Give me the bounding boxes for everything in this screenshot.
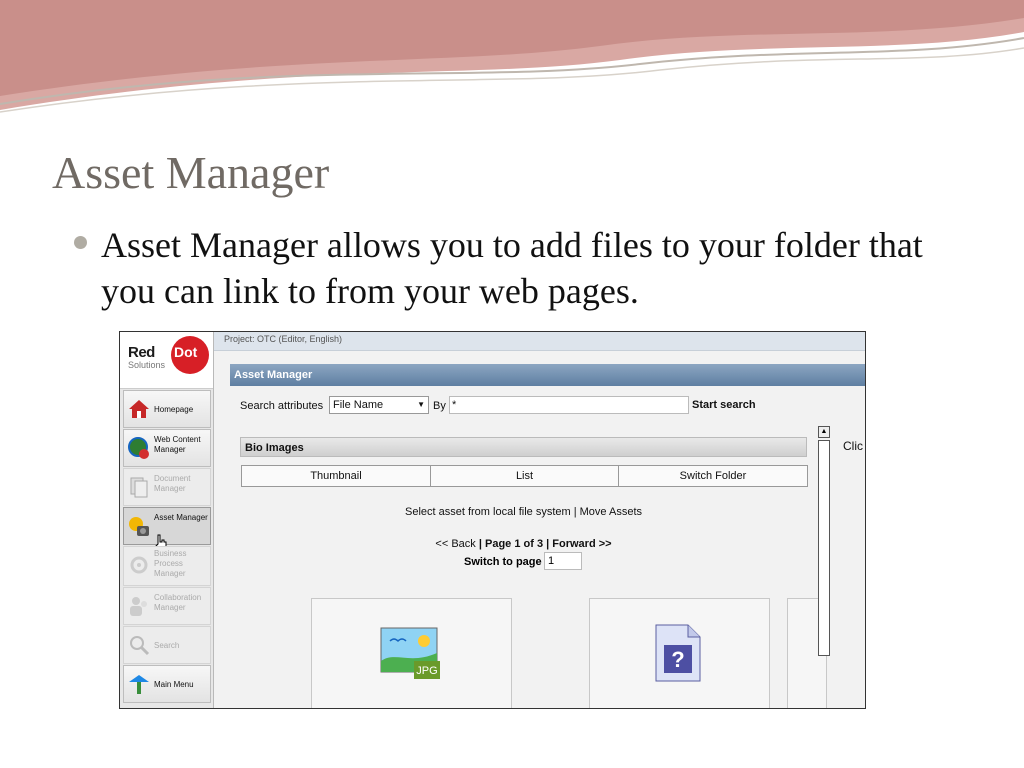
attribute-select-value: File Name bbox=[333, 399, 384, 411]
main-menu-icon bbox=[129, 675, 149, 694]
nav-label: Search bbox=[154, 641, 180, 650]
attribute-select[interactable]: File Name ▼ bbox=[329, 396, 429, 414]
jpg-badge: JPG bbox=[416, 665, 437, 677]
reddot-logo: Red Dot Solutions bbox=[120, 332, 213, 389]
search-input-value: * bbox=[452, 399, 457, 411]
pager-separator: | bbox=[478, 538, 482, 550]
asset-manager-screenshot: Red Dot Solutions Homepage Web Content M… bbox=[119, 331, 866, 709]
nav-item-homepage[interactable]: Homepage bbox=[123, 390, 211, 428]
pager-separator: | bbox=[546, 538, 550, 550]
logo-dot: Dot bbox=[171, 336, 209, 374]
switch-to-page-label: Switch to page bbox=[464, 556, 542, 568]
scroll-track[interactable] bbox=[818, 440, 830, 656]
header-decoration bbox=[0, 0, 1024, 113]
start-search-button[interactable]: Start search bbox=[692, 399, 756, 411]
web-content-icon bbox=[128, 437, 149, 459]
left-navigation: Red Dot Solutions Homepage Web Content M… bbox=[120, 332, 214, 708]
panel-title: Asset Manager bbox=[234, 369, 313, 381]
logo-word: Red bbox=[128, 344, 155, 361]
vertical-scrollbar[interactable]: ▲ bbox=[818, 426, 832, 656]
nav-item-document-manager[interactable]: Document Manager bbox=[123, 468, 211, 506]
collaboration-icon bbox=[130, 597, 147, 616]
select-local-link[interactable]: Select asset from local file system bbox=[405, 506, 571, 518]
search-attributes-label: Search attributes bbox=[240, 400, 324, 412]
nav-item-search[interactable]: Search bbox=[123, 626, 211, 664]
by-label: By bbox=[433, 400, 446, 412]
chevron-down-icon: ▼ bbox=[417, 400, 425, 409]
pager: << Back | Page 1 of 3 | Forward >> bbox=[240, 538, 807, 550]
page-number-value: 1 bbox=[548, 555, 555, 567]
folder-name: Bio Images bbox=[245, 442, 304, 454]
nav-label: Web Content Manager bbox=[154, 435, 201, 454]
nav-item-asset-manager[interactable]: Asset Manager bbox=[123, 507, 211, 552]
tab-switch-folder[interactable]: Switch Folder bbox=[618, 465, 808, 487]
nav-label: Collaboration Manager bbox=[154, 593, 202, 612]
view-tabs: Thumbnail List Switch Folder bbox=[241, 465, 808, 487]
search-input[interactable]: * bbox=[449, 396, 689, 414]
logo-dot-text: Dot bbox=[174, 344, 198, 360]
actions-separator: | bbox=[573, 506, 577, 518]
unknown-file-icon: ? bbox=[655, 624, 701, 682]
nav-label: Business Process Manager bbox=[154, 549, 187, 578]
scroll-up-arrow-icon[interactable]: ▲ bbox=[818, 426, 830, 438]
asset-tile[interactable]: JPG bbox=[311, 598, 512, 708]
bullet-dot bbox=[74, 236, 87, 249]
slide-title: Asset Manager bbox=[52, 147, 330, 198]
page-number-input[interactable]: 1 bbox=[544, 552, 582, 570]
page-info: Page 1 of 3 bbox=[484, 538, 544, 550]
tab-list[interactable]: List bbox=[430, 465, 619, 487]
unknown-badge: ? bbox=[671, 647, 684, 672]
jpg-image-icon: JPG bbox=[380, 627, 440, 679]
search-icon bbox=[130, 636, 150, 656]
move-assets-link[interactable]: Move Assets bbox=[580, 506, 642, 518]
panel-title-bar: Asset Manager bbox=[230, 364, 865, 386]
nav-item-web-content-manager[interactable]: Web Content Manager bbox=[123, 429, 211, 467]
bullet-text: Asset Manager allows you to add files to… bbox=[101, 225, 923, 311]
nav-label: Document Manager bbox=[154, 474, 191, 493]
document-icon bbox=[130, 477, 148, 498]
homepage-icon bbox=[129, 400, 149, 418]
project-label: Project: OTC (Editor, English) bbox=[224, 334, 343, 344]
asset-tile[interactable]: ? bbox=[589, 598, 770, 708]
nav-item-business-process-manager[interactable]: Business Process Manager bbox=[123, 546, 211, 586]
forward-link[interactable]: Forward >> bbox=[552, 538, 611, 550]
nav-label: Asset Manager bbox=[154, 513, 208, 522]
asset-manager-icon bbox=[129, 517, 149, 536]
process-gear-icon bbox=[130, 556, 148, 574]
nav-item-main-menu[interactable]: Main Menu bbox=[123, 665, 211, 703]
project-bar: Project: OTC (Editor, English) bbox=[214, 332, 865, 351]
asset-actions: Select asset from local file system | Mo… bbox=[240, 506, 807, 518]
back-link[interactable]: << Back bbox=[435, 538, 475, 550]
nav-label: Main Menu bbox=[154, 680, 194, 689]
folder-header: Bio Images bbox=[240, 437, 807, 457]
side-text: Clic bbox=[843, 439, 863, 453]
tab-thumbnail[interactable]: Thumbnail bbox=[241, 465, 431, 487]
nav-item-collaboration-manager[interactable]: Collaboration Manager bbox=[123, 587, 211, 625]
nav-label: Homepage bbox=[154, 405, 194, 414]
logo-subtitle: Solutions bbox=[128, 360, 166, 370]
